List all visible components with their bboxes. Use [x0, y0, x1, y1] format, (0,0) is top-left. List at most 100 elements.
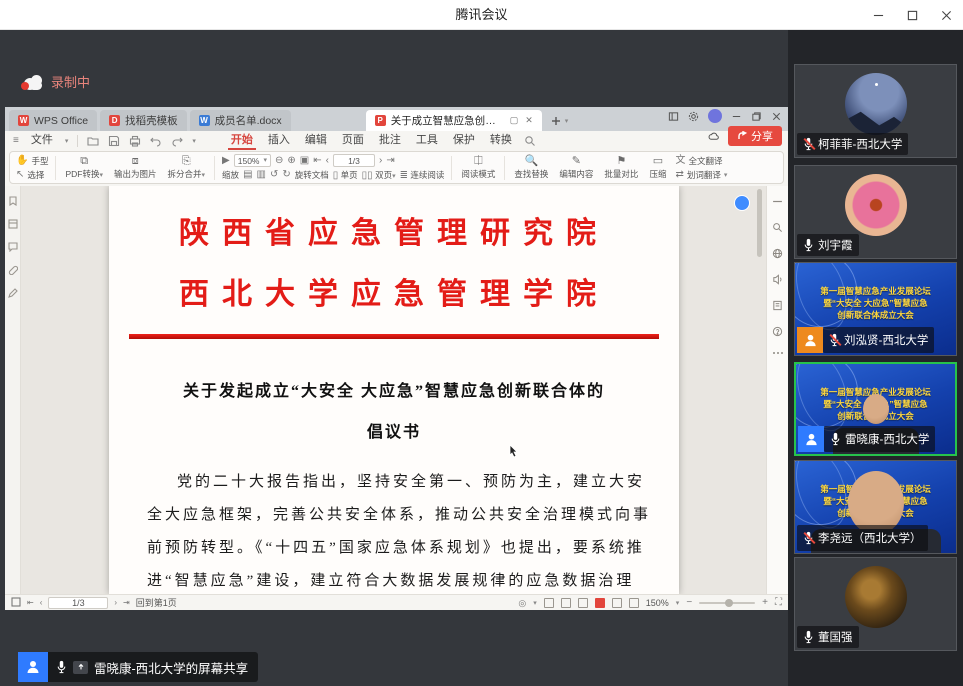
notes-icon[interactable]: [772, 300, 783, 311]
fit-height-icon[interactable]: ▥: [257, 170, 266, 180]
zoom-slider-thumb[interactable]: [725, 599, 733, 607]
first-page-status-icon[interactable]: ⇤: [27, 598, 34, 608]
fit-width-status-icon[interactable]: [544, 598, 554, 608]
comment-panel-icon[interactable]: [8, 242, 18, 252]
locate-icon[interactable]: ◎: [518, 598, 526, 608]
hand-tool-button[interactable]: ✋手型: [16, 155, 48, 167]
play-mode-status-icon[interactable]: [595, 598, 605, 608]
book-mode-status-icon[interactable]: [629, 598, 639, 608]
status-zoom-value[interactable]: 150%: [646, 598, 669, 608]
attachment-icon[interactable]: [8, 265, 18, 275]
fit-page-status-icon[interactable]: [561, 598, 571, 608]
account-avatar[interactable]: [708, 109, 722, 123]
split-merge-button[interactable]: ⎘拆分合并▾: [166, 155, 208, 180]
tab-wps-home[interactable]: W WPS Office: [9, 110, 97, 131]
file-caret-icon[interactable]: ▾: [65, 137, 69, 145]
next-page-icon[interactable]: ›: [379, 156, 382, 166]
tab-list-caret-icon[interactable]: ▾: [565, 117, 569, 125]
single-page-button[interactable]: ▯ 单页: [333, 169, 358, 181]
participant-tile[interactable]: 刘宇霞: [794, 165, 957, 259]
redo-icon[interactable]: [171, 135, 183, 147]
back-to-first-page[interactable]: 回到第1页: [136, 596, 177, 609]
quickbar-caret-icon[interactable]: ▾: [192, 137, 196, 145]
read-aloud-icon[interactable]: [772, 274, 783, 285]
continuous-read-button[interactable]: ≣ 连续阅读: [400, 169, 445, 181]
translate-side-icon[interactable]: [772, 248, 783, 259]
save-icon[interactable]: [108, 135, 120, 147]
menu-protect[interactable]: 保护: [450, 131, 478, 150]
single-page-status-icon[interactable]: [612, 598, 622, 608]
export-image-button[interactable]: ⧈输出为图片: [112, 155, 159, 180]
participant-tile[interactable]: 董国强: [794, 557, 957, 651]
participant-tile[interactable]: 第一届智慧应急产业发展论坛 暨“大安全 大应急”智慧应急 创新联合体成立大会 刘…: [794, 262, 957, 356]
last-page-icon[interactable]: ⇥: [386, 156, 394, 166]
search-icon[interactable]: [772, 222, 783, 233]
menu-page[interactable]: 页面: [339, 131, 367, 150]
participant-tile-speaking[interactable]: 第一届智慧应急产业发展论坛 暨“大安全 大应急”智慧应急 创新联合体成立大会 雷…: [794, 362, 957, 456]
menu-tools[interactable]: 工具: [413, 131, 441, 150]
menu-convert[interactable]: 转换: [487, 131, 515, 150]
zoom-in-icon[interactable]: ⊕: [287, 156, 295, 166]
zoom-slider[interactable]: [699, 602, 755, 604]
task-window-icon[interactable]: [668, 111, 679, 122]
wps-restore-icon[interactable]: [751, 111, 762, 122]
zoom-out-icon[interactable]: ⊖: [275, 156, 283, 166]
undo-icon[interactable]: [150, 135, 162, 147]
tab-member-list-doc[interactable]: W 成员名单.docx: [190, 110, 291, 131]
next-page-status-icon[interactable]: ›: [114, 598, 117, 608]
new-tab-button[interactable]: ▾: [545, 110, 575, 131]
settings-icon[interactable]: [688, 111, 699, 122]
open-folder-icon[interactable]: [87, 135, 99, 147]
edit-content-button[interactable]: ✎编辑内容: [557, 155, 595, 180]
more-icon[interactable]: [773, 352, 783, 354]
fit-width-icon[interactable]: ▤: [243, 170, 252, 180]
read-mode-button[interactable]: ⎅阅读模式: [459, 155, 497, 180]
play-icon[interactable]: ▶: [222, 156, 230, 166]
translate-full-button[interactable]: 文全文翻译: [675, 155, 727, 167]
cloud-sync-icon[interactable]: [708, 131, 719, 142]
maximize-button[interactable]: [895, 0, 929, 30]
page-number-input[interactable]: 1/3: [333, 154, 375, 167]
participant-tile[interactable]: 第一届智慧应急产业发展论坛 暨“大安全 大应急”智慧应急 创新联合体成立大会 李…: [794, 460, 957, 554]
close-button[interactable]: [929, 0, 963, 30]
minimize-button[interactable]: [861, 0, 895, 30]
zoom-select[interactable]: 150%▾: [234, 154, 271, 167]
collapse-strip-icon[interactable]: [772, 196, 783, 207]
fullscreen-icon[interactable]: ⛶: [775, 598, 782, 608]
menu-file[interactable]: 文件: [28, 131, 56, 150]
pdf-convert-button[interactable]: ⧉PDF转换▾: [63, 155, 105, 180]
rotate-doc-button[interactable]: 旋转文档: [295, 169, 329, 181]
pen-annotate-icon[interactable]: [8, 288, 18, 298]
page-layout-icon[interactable]: [11, 597, 21, 609]
compress-button[interactable]: ▭压缩: [647, 155, 668, 180]
wps-close-icon[interactable]: [771, 111, 782, 122]
fit-page-icon[interactable]: ▣: [300, 156, 309, 166]
scrollbar-thumb[interactable]: [757, 189, 762, 257]
participant-tile[interactable]: 柯菲菲-西北大学: [794, 64, 957, 158]
menu-edit[interactable]: 编辑: [302, 131, 330, 150]
last-page-status-icon[interactable]: ⇥: [123, 598, 130, 608]
tab-close-icon[interactable]: ✕: [525, 115, 533, 126]
status-zoom-out-icon[interactable]: −: [686, 598, 692, 608]
find-replace-button[interactable]: 🔍查找替换: [512, 155, 550, 180]
bookmark-icon[interactable]: [8, 196, 18, 206]
menu-comment[interactable]: 批注: [376, 131, 404, 150]
tab-docer-templates[interactable]: D 找稻壳模板: [100, 110, 187, 131]
help-icon[interactable]: [772, 326, 783, 337]
two-page-status-icon[interactable]: [578, 598, 588, 608]
wps-share-button[interactable]: 分享: [728, 126, 782, 146]
menu-search-icon[interactable]: [524, 135, 536, 147]
batch-compare-button[interactable]: ⚑批量对比: [602, 155, 640, 180]
collaborator-avatar-badge[interactable]: [734, 195, 750, 211]
hamburger-icon[interactable]: ≡: [13, 136, 19, 146]
wps-minimize-icon[interactable]: [731, 111, 742, 122]
thumbnail-panel-icon[interactable]: [8, 219, 18, 229]
double-page-button[interactable]: ▯▯ 双页▾: [362, 169, 396, 181]
first-page-icon[interactable]: ⇤: [313, 156, 321, 166]
status-page-indicator[interactable]: 1/3: [48, 597, 108, 609]
rotate-left-icon[interactable]: ↺: [270, 170, 278, 180]
select-tool-button[interactable]: ↖选择: [16, 169, 48, 181]
prev-page-icon[interactable]: ‹: [326, 156, 329, 166]
menu-home[interactable]: 开始: [228, 131, 256, 150]
prev-page-status-icon[interactable]: ‹: [40, 598, 43, 608]
